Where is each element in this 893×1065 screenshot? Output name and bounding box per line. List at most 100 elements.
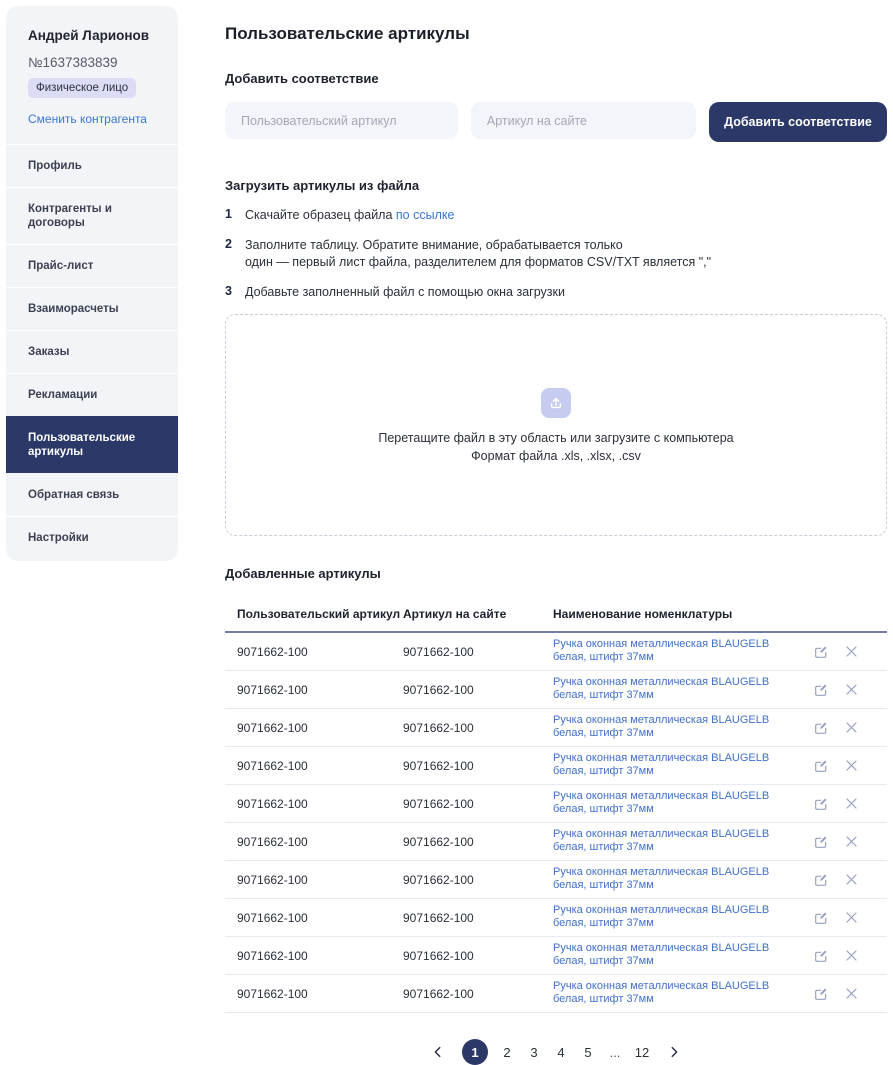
- edit-icon[interactable]: [813, 986, 829, 1002]
- cell-actions: [813, 644, 887, 660]
- cell-nomenclature: Ручка оконная металлическая BLAUGELB бел…: [553, 942, 813, 969]
- page-ellipsis: ...: [607, 1045, 623, 1060]
- remove-icon[interactable]: [844, 872, 859, 887]
- articles-table: Пользовательский артикул Артикул на сайт…: [225, 597, 887, 1013]
- step-number: 3: [225, 284, 245, 301]
- table-row: 9071662-100 9071662-100 Ручка оконная ме…: [225, 671, 887, 709]
- edit-icon[interactable]: [813, 834, 829, 850]
- product-name-link[interactable]: Ручка оконная металлическая BLAUGELB бел…: [553, 828, 805, 854]
- product-name-link[interactable]: Ручка оконная металлическая BLAUGELB бел…: [553, 980, 805, 1006]
- sidebar-item-settlements[interactable]: Взаиморасчеты: [6, 287, 178, 330]
- page-2[interactable]: 2: [499, 1045, 515, 1060]
- table-header-row: Пользовательский артикул Артикул на сайт…: [225, 597, 887, 633]
- remove-icon[interactable]: [844, 986, 859, 1001]
- table-row: 9071662-100 9071662-100 Ручка оконная ме…: [225, 861, 887, 899]
- page-1[interactable]: 1: [462, 1039, 488, 1065]
- cell-site-article: 9071662-100: [403, 683, 553, 697]
- page-4[interactable]: 4: [553, 1045, 569, 1060]
- product-name-link[interactable]: Ручка оконная металлическая BLAUGELB бел…: [553, 714, 805, 740]
- page-12[interactable]: 12: [634, 1045, 650, 1060]
- product-name-link[interactable]: Ручка оконная металлическая BLAUGELB бел…: [553, 904, 805, 930]
- cell-site-article: 9071662-100: [403, 873, 553, 887]
- table-row: 9071662-100 9071662-100 Ручка оконная ме…: [225, 823, 887, 861]
- upload-from-file-heading: Загрузить артикулы из файла: [225, 178, 887, 193]
- cell-actions: [813, 872, 887, 888]
- upload-tray-icon: [541, 388, 571, 418]
- sidebar-item-orders[interactable]: Заказы: [6, 330, 178, 373]
- remove-icon[interactable]: [844, 834, 859, 849]
- sidebar-item-counterparties[interactable]: Контрагенты и договоры: [6, 187, 178, 244]
- account-sidebar: Андрей Ларионов №1637383839 Физическое л…: [6, 6, 178, 561]
- col-header-site-article: Артикул на сайте: [403, 607, 553, 621]
- cell-site-article: 9071662-100: [403, 987, 553, 1001]
- next-page-icon[interactable]: [661, 1045, 687, 1059]
- remove-icon[interactable]: [844, 796, 859, 811]
- table-row: 9071662-100 9071662-100 Ручка оконная ме…: [225, 709, 887, 747]
- change-counterparty-link[interactable]: Сменить контрагента: [28, 112, 147, 126]
- dropzone-text: Перетащите файл в эту область или загруз…: [378, 431, 733, 445]
- cell-site-article: 9071662-100: [403, 835, 553, 849]
- sidebar-item-claims[interactable]: Рекламации: [6, 373, 178, 416]
- table-row: 9071662-100 9071662-100 Ручка оконная ме…: [225, 899, 887, 937]
- table-row: 9071662-100 9071662-100 Ручка оконная ме…: [225, 747, 887, 785]
- edit-icon[interactable]: [813, 720, 829, 736]
- edit-icon[interactable]: [813, 910, 829, 926]
- remove-icon[interactable]: [844, 910, 859, 925]
- remove-icon[interactable]: [844, 948, 859, 963]
- cell-user-article: 9071662-100: [225, 949, 403, 963]
- step-text: Скачайте образец файла по ссылке: [245, 207, 454, 224]
- edit-icon[interactable]: [813, 758, 829, 774]
- page-3[interactable]: 3: [526, 1045, 542, 1060]
- cell-site-article: 9071662-100: [403, 949, 553, 963]
- product-name-link[interactable]: Ручка оконная металлическая BLAUGELB бел…: [553, 866, 805, 892]
- table-row: 9071662-100 9071662-100 Ручка оконная ме…: [225, 937, 887, 975]
- site-article-input[interactable]: [471, 102, 696, 139]
- remove-icon[interactable]: [844, 758, 859, 773]
- product-name-link[interactable]: Ручка оконная металлическая BLAUGELB бел…: [553, 790, 805, 816]
- product-name-link[interactable]: Ручка оконная металлическая BLAUGELB бел…: [553, 676, 805, 702]
- file-dropzone[interactable]: Перетащите файл в эту область или загруз…: [225, 314, 887, 536]
- step-text: Заполните таблицу. Обратите внимание, об…: [245, 237, 711, 271]
- cell-user-article: 9071662-100: [225, 683, 403, 697]
- step-text-part: Скачайте образец файла: [245, 208, 396, 222]
- remove-icon[interactable]: [844, 682, 859, 697]
- user-article-input[interactable]: [225, 102, 458, 139]
- product-name-link[interactable]: Ручка оконная металлическая BLAUGELB бел…: [553, 942, 805, 968]
- sidebar-item-feedback[interactable]: Обратная связь: [6, 473, 178, 516]
- cell-user-article: 9071662-100: [225, 911, 403, 925]
- upload-steps: 1 Скачайте образец файла по ссылке 2 Зап…: [225, 207, 887, 301]
- product-name-link[interactable]: Ручка оконная металлическая BLAUGELB бел…: [553, 752, 805, 778]
- cell-user-article: 9071662-100: [225, 721, 403, 735]
- user-info-block: Андрей Ларионов №1637383839 Физическое л…: [6, 6, 178, 144]
- sample-file-link[interactable]: по ссылке: [396, 208, 455, 222]
- user-name: Андрей Ларионов: [28, 28, 158, 43]
- page-5[interactable]: 5: [580, 1045, 596, 1060]
- sidebar-item-settings[interactable]: Настройки: [6, 516, 178, 559]
- add-mapping-form: Добавить соответствие: [225, 102, 887, 142]
- edit-icon[interactable]: [813, 682, 829, 698]
- edit-icon[interactable]: [813, 872, 829, 888]
- remove-icon[interactable]: [844, 720, 859, 735]
- edit-icon[interactable]: [813, 796, 829, 812]
- cell-nomenclature: Ручка оконная металлическая BLAUGELB бел…: [553, 980, 813, 1007]
- edit-icon[interactable]: [813, 644, 829, 660]
- cell-user-article: 9071662-100: [225, 873, 403, 887]
- product-name-link[interactable]: Ручка оконная металлическая BLAUGELB бел…: [553, 638, 805, 664]
- sidebar-item-profile[interactable]: Профиль: [6, 144, 178, 187]
- cell-nomenclature: Ручка оконная металлическая BLAUGELB бел…: [553, 828, 813, 855]
- cell-user-article: 9071662-100: [225, 987, 403, 1001]
- cell-user-article: 9071662-100: [225, 645, 403, 659]
- cell-actions: [813, 986, 887, 1002]
- remove-icon[interactable]: [844, 644, 859, 659]
- cell-nomenclature: Ручка оконная металлическая BLAUGELB бел…: [553, 866, 813, 893]
- cell-user-article: 9071662-100: [225, 797, 403, 811]
- cell-site-article: 9071662-100: [403, 759, 553, 773]
- prev-page-icon[interactable]: [425, 1045, 451, 1059]
- table-row: 9071662-100 9071662-100 Ручка оконная ме…: [225, 975, 887, 1013]
- cell-nomenclature: Ручка оконная металлическая BLAUGELB бел…: [553, 904, 813, 931]
- edit-icon[interactable]: [813, 948, 829, 964]
- sidebar-item-custom-articles[interactable]: Пользовательские артикулы: [6, 416, 178, 473]
- add-mapping-button[interactable]: Добавить соответствие: [709, 102, 887, 142]
- sidebar-item-pricelist[interactable]: Прайс-лист: [6, 244, 178, 287]
- upload-step-2: 2 Заполните таблицу. Обратите внимание, …: [225, 237, 887, 271]
